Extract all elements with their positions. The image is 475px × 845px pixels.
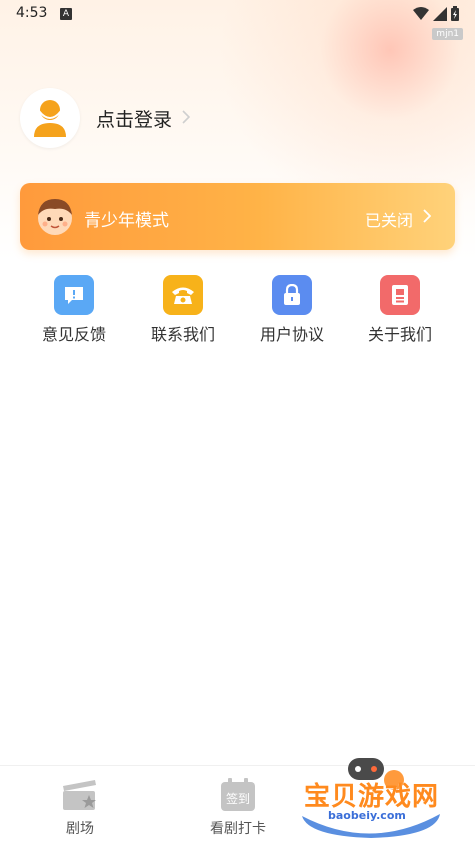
- chevron-right-icon: [182, 109, 191, 128]
- wifi-icon: [413, 6, 429, 21]
- signal-icon: [433, 6, 447, 21]
- lock-icon: [272, 275, 312, 315]
- menu-label-contact: 联系我们: [150, 325, 215, 344]
- tab-checkin[interactable]: 签到 看剧打卡: [188, 776, 288, 838]
- menu-label-agreement: 用户协议: [259, 325, 324, 344]
- child-face-icon: [34, 195, 76, 241]
- avatar[interactable]: [20, 88, 80, 148]
- tab-label-theater: 剧场: [66, 821, 94, 837]
- login-label[interactable]: 点击登录: [96, 105, 172, 132]
- watermark-logo: 宝贝游戏网 baobeiy.com: [296, 752, 446, 844]
- notification-a-icon: A: [60, 8, 72, 20]
- teen-mode-status: 已关闭: [364, 211, 413, 230]
- menu-item-agreement[interactable]: 用户协议: [242, 275, 342, 345]
- debug-tag: mjn1: [432, 28, 463, 40]
- clapperboard-icon: [60, 776, 100, 814]
- tab-theater[interactable]: 剧场: [30, 776, 130, 838]
- watermark-url: baobeiy.com: [328, 809, 406, 822]
- battery-icon: [451, 6, 459, 21]
- menu-item-contact[interactable]: 联系我们: [133, 275, 233, 345]
- phone-icon: [163, 275, 203, 315]
- watermark-text: 宝贝游戏网: [304, 782, 440, 812]
- user-icon: [34, 100, 66, 137]
- status-bar: 4:53 A mjn1: [0, 0, 475, 40]
- menu-label-feedback: 意见反馈: [41, 325, 106, 344]
- checkin-icon-text: 签到: [226, 791, 250, 806]
- login-entry[interactable]: 点击登录: [20, 88, 191, 148]
- status-icons: [413, 6, 459, 21]
- status-time: 4:53: [16, 5, 48, 21]
- calendar-checkin-icon: 签到: [218, 776, 258, 814]
- function-menu: 意见反馈 联系我们 用户协议 关于我们: [0, 275, 475, 355]
- feedback-icon: [54, 275, 94, 315]
- chevron-right-icon: [423, 208, 432, 227]
- about-icon: [380, 275, 420, 315]
- teen-mode-label: 青少年模式: [84, 211, 169, 231]
- menu-label-about: 关于我们: [367, 325, 432, 344]
- teen-mode-card[interactable]: 青少年模式 已关闭: [20, 183, 455, 250]
- menu-item-feedback[interactable]: 意见反馈: [24, 275, 124, 345]
- tab-label-checkin: 看剧打卡: [210, 821, 266, 837]
- menu-item-about[interactable]: 关于我们: [350, 275, 450, 345]
